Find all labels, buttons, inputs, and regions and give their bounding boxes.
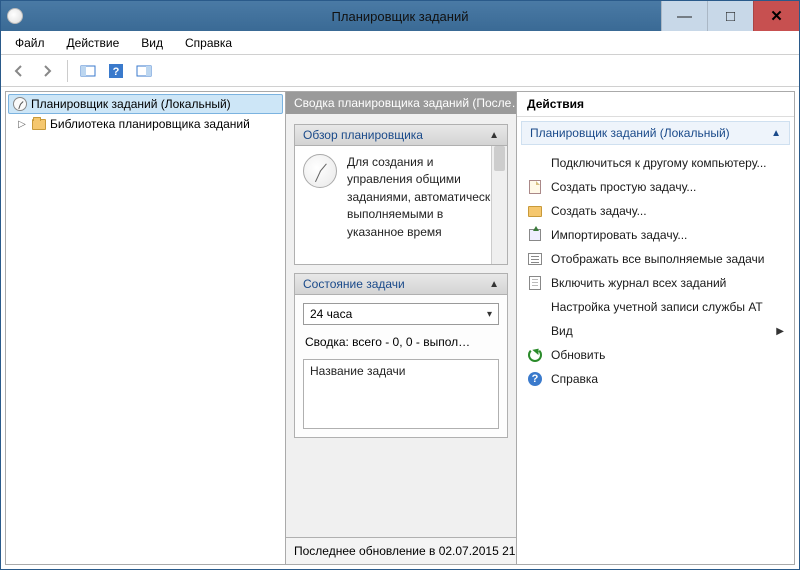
- action-label: Включить журнал всех заданий: [551, 276, 726, 290]
- arrow-left-icon: [11, 63, 27, 79]
- task-list[interactable]: Название задачи: [303, 359, 499, 429]
- blank-icon: [527, 155, 543, 171]
- action-label: Справка: [551, 372, 598, 386]
- window-controls: — □ ✕: [661, 1, 799, 31]
- actions-list: Подключиться к другому компьютеру... Соз…: [517, 149, 794, 393]
- status-section: Состояние задачи ▲ 24 часа ▾ Сводка: все…: [294, 273, 508, 438]
- action-label: Вид: [551, 324, 573, 338]
- minimize-button[interactable]: —: [661, 1, 707, 31]
- action-label: Создать задачу...: [551, 204, 647, 218]
- tree-library-node[interactable]: ▷ Библиотека планировщика заданий: [8, 114, 283, 134]
- document-icon: [527, 179, 543, 195]
- actions-panel: Действия Планировщик заданий (Локальный)…: [516, 92, 794, 564]
- import-icon: [527, 227, 543, 243]
- chevron-right-icon: ▶: [776, 326, 784, 337]
- chevron-up-icon: ▲: [489, 279, 499, 290]
- overview-text: Для создания и управления общими задания…: [347, 154, 499, 256]
- action-show-running[interactable]: Отображать все выполняемые задачи: [521, 247, 790, 271]
- chevron-down-icon: ▾: [487, 309, 492, 320]
- action-create-basic-task[interactable]: Создать простую задачу...: [521, 175, 790, 199]
- list-icon: [527, 251, 543, 267]
- actions-subtitle-bar[interactable]: Планировщик заданий (Локальный) ▲: [521, 121, 790, 145]
- overview-body: Для создания и управления общими задания…: [294, 145, 508, 265]
- menubar: Файл Действие Вид Справка: [1, 31, 799, 55]
- close-button[interactable]: ✕: [753, 1, 799, 31]
- status-title: Состояние задачи: [303, 277, 405, 291]
- folder-icon: [527, 203, 543, 219]
- menu-view[interactable]: Вид: [131, 33, 173, 53]
- action-label: Создать простую задачу...: [551, 180, 696, 194]
- toolbar-separator: [67, 60, 68, 82]
- summary-text: Сводка: всего - 0, 0 - выпол…: [303, 333, 499, 351]
- action-import-task[interactable]: Импортировать задачу...: [521, 223, 790, 247]
- scrollbar-thumb[interactable]: [494, 146, 505, 171]
- arrow-right-icon: [39, 63, 55, 79]
- nav-back-button[interactable]: [7, 59, 31, 83]
- action-refresh[interactable]: Обновить: [521, 343, 790, 367]
- summary-body: Обзор планировщика ▲ Для создания и упра…: [286, 114, 516, 537]
- action-label: Импортировать задачу...: [551, 228, 687, 242]
- action-label: Обновить: [551, 348, 605, 362]
- action-connect[interactable]: Подключиться к другому компьютеру...: [521, 151, 790, 175]
- menu-help[interactable]: Справка: [175, 33, 242, 53]
- content-area: Планировщик заданий (Локальный) ▷ Библио…: [5, 91, 795, 565]
- panel-right-icon: [136, 63, 152, 79]
- action-label: Отображать все выполняемые задачи: [551, 252, 765, 266]
- help-icon: ?: [108, 63, 124, 79]
- actions-title: Действия: [517, 92, 794, 117]
- folder-icon: [32, 119, 46, 130]
- journal-icon: [527, 275, 543, 291]
- menu-file[interactable]: Файл: [5, 33, 55, 53]
- show-hide-tree-button[interactable]: [76, 59, 100, 83]
- scrollbar[interactable]: [491, 146, 507, 264]
- action-label: Подключиться к другому компьютеру...: [551, 156, 767, 170]
- scheduler-icon: [13, 97, 27, 111]
- show-hide-actions-button[interactable]: [132, 59, 156, 83]
- status-section-header[interactable]: Состояние задачи ▲: [294, 273, 508, 294]
- overview-section: Обзор планировщика ▲ Для создания и упра…: [294, 124, 508, 265]
- action-help[interactable]: ? Справка: [521, 367, 790, 391]
- chevron-up-icon: ▲: [489, 130, 499, 141]
- period-value: 24 часа: [310, 307, 352, 321]
- maximize-button[interactable]: □: [707, 1, 753, 31]
- svg-text:?: ?: [113, 66, 120, 78]
- chevron-up-icon: ▲: [771, 128, 781, 139]
- menu-action[interactable]: Действие: [57, 33, 130, 53]
- task-list-header: Название задачи: [310, 364, 492, 378]
- actions-subtitle: Планировщик заданий (Локальный): [530, 126, 730, 140]
- toolbar: ?: [1, 55, 799, 87]
- app-window: Планировщик заданий — □ ✕ Файл Действие …: [0, 0, 800, 570]
- action-create-task[interactable]: Создать задачу...: [521, 199, 790, 223]
- tree-root-node[interactable]: Планировщик заданий (Локальный): [8, 94, 283, 114]
- tree-root-label: Планировщик заданий (Локальный): [31, 97, 231, 111]
- blank-icon: [527, 323, 543, 339]
- action-enable-history[interactable]: Включить журнал всех заданий: [521, 271, 790, 295]
- action-at-service[interactable]: Настройка учетной записи службы AT: [521, 295, 790, 319]
- blank-icon: [527, 299, 543, 315]
- tree-library-label: Библиотека планировщика заданий: [50, 117, 250, 131]
- window-title: Планировщик заданий: [332, 9, 469, 24]
- refresh-icon: [527, 347, 543, 363]
- tree-panel: Планировщик заданий (Локальный) ▷ Библио…: [6, 92, 286, 564]
- status-body: 24 часа ▾ Сводка: всего - 0, 0 - выпол… …: [294, 294, 508, 438]
- summary-panel: Сводка планировщика заданий (После… Обзо…: [286, 92, 516, 564]
- action-view-submenu[interactable]: Вид ▶: [521, 319, 790, 343]
- help-icon: ?: [527, 371, 543, 387]
- action-label: Настройка учетной записи службы AT: [551, 300, 763, 314]
- titlebar: Планировщик заданий — □ ✕: [1, 1, 799, 31]
- app-icon: [7, 8, 23, 24]
- period-dropdown[interactable]: 24 часа ▾: [303, 303, 499, 325]
- overview-section-header[interactable]: Обзор планировщика ▲: [294, 124, 508, 145]
- help-toolbar-button[interactable]: ?: [104, 59, 128, 83]
- nav-forward-button[interactable]: [35, 59, 59, 83]
- expand-icon[interactable]: ▷: [16, 119, 28, 130]
- clock-icon: [303, 154, 337, 188]
- summary-header: Сводка планировщика заданий (После…: [286, 92, 516, 114]
- panel-icon: [80, 63, 96, 79]
- overview-title: Обзор планировщика: [303, 128, 423, 142]
- summary-footer: Последнее обновление в 02.07.2015 21:: [286, 537, 516, 564]
